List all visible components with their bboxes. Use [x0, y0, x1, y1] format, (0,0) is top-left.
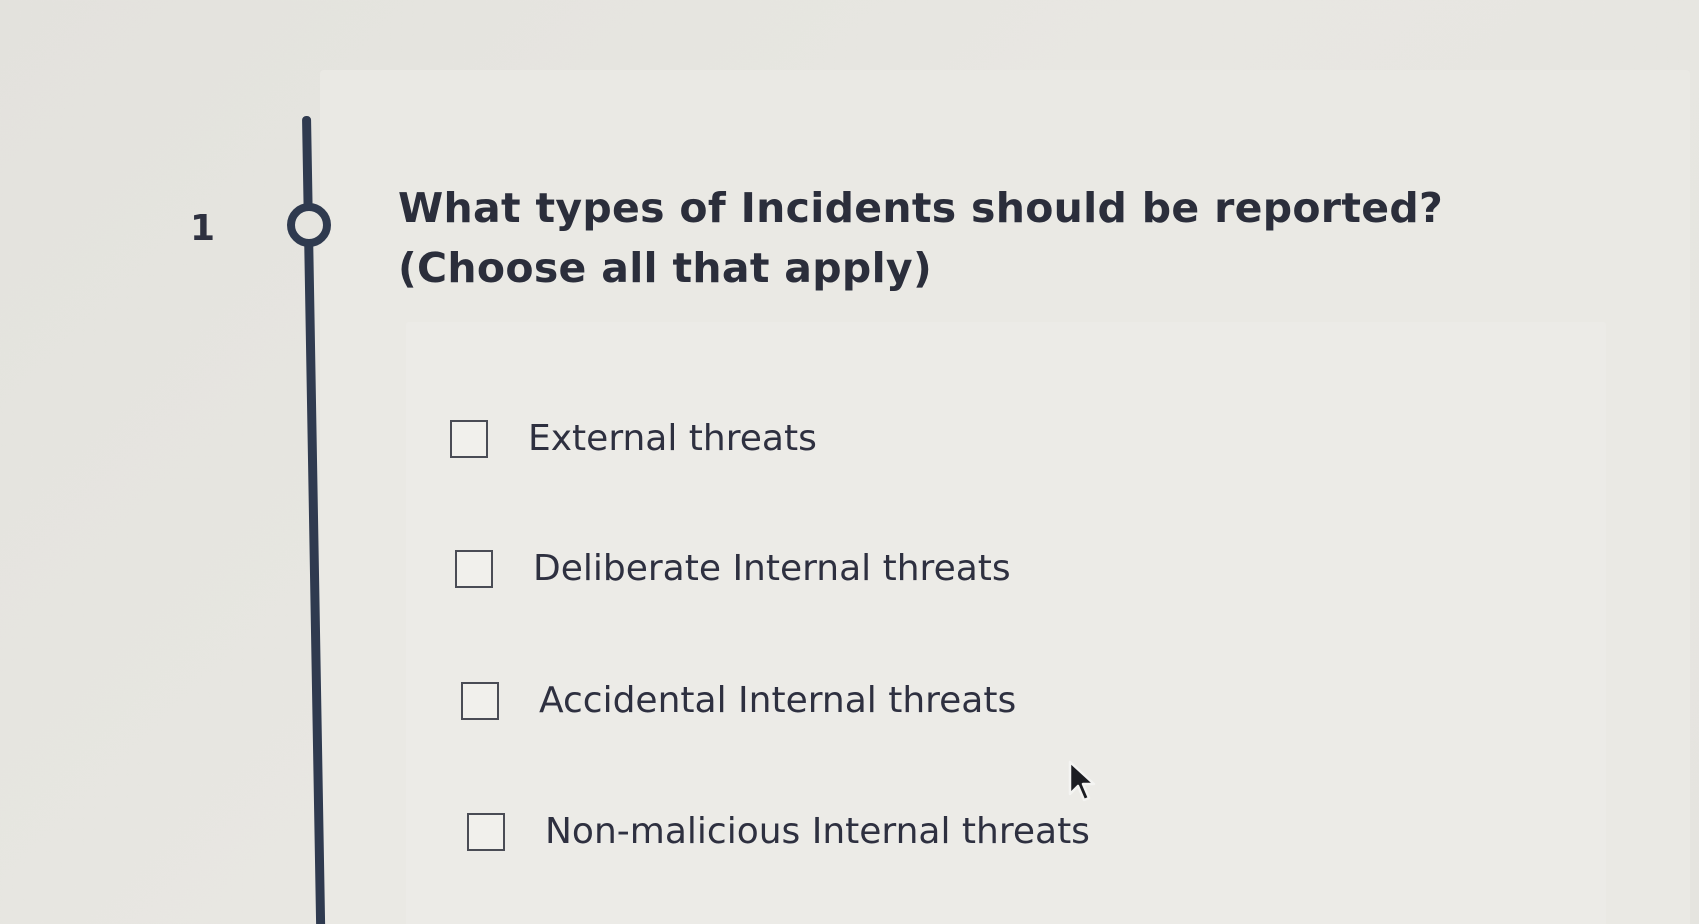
checkbox[interactable] [467, 812, 505, 851]
question-title: What types of Incidents should be report… [398, 184, 1444, 292]
checkbox[interactable] [461, 681, 499, 720]
option-accidental-internal-threats[interactable]: Accidental Internal threats [461, 680, 1016, 721]
option-deliberate-internal-threats[interactable]: Deliberate Internal threats [455, 548, 1011, 589]
circle-node-icon [287, 203, 331, 247]
quiz-page: 1 What types of Incidents should be repo… [0, 0, 1699, 924]
checkbox[interactable] [455, 549, 493, 588]
option-non-malicious-internal-threats[interactable]: Non-malicious Internal threats [467, 811, 1090, 852]
mouse-pointer-icon [1068, 760, 1096, 802]
option-external-threats[interactable]: External threats [450, 418, 817, 459]
checkbox[interactable] [450, 419, 488, 458]
question-number: 1 [190, 208, 216, 249]
option-label: Non-malicious Internal threats [545, 811, 1090, 852]
option-label: External threats [528, 418, 817, 459]
option-label: Accidental Internal threats [539, 680, 1017, 721]
option-label: Deliberate Internal threats [533, 548, 1011, 589]
